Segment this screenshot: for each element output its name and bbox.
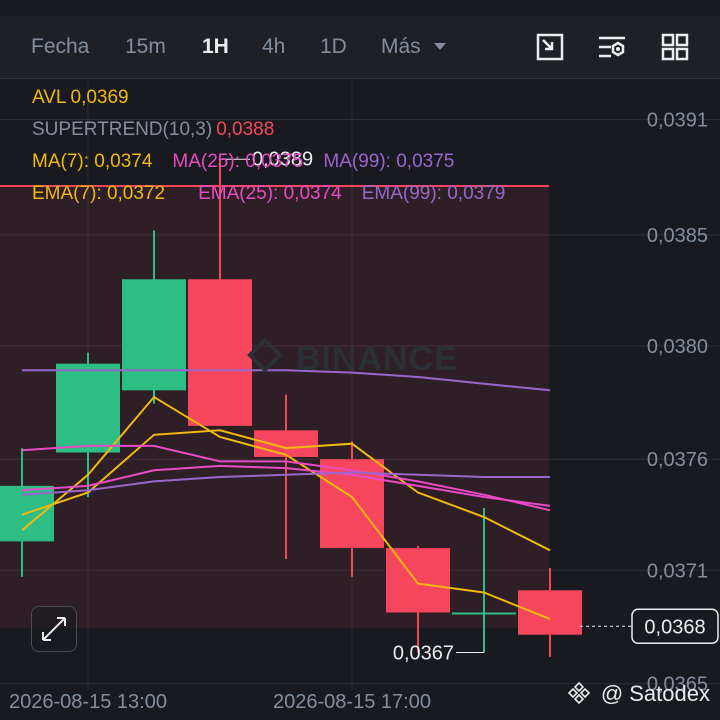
legend-avl-value: 0,0369	[70, 87, 129, 108]
legend-ema: EMA(7): 0,0372 EMA(25): 0,0374 EMA(99): 0,…	[32, 183, 519, 205]
tab-1h[interactable]: 1H	[202, 16, 229, 78]
y-tick-label: 0,0380	[647, 336, 708, 358]
tab-15m[interactable]: 15m	[125, 16, 166, 78]
candle-body	[386, 548, 450, 613]
candle-body	[122, 279, 186, 391]
binance-logo-icon	[567, 681, 590, 705]
candle-body	[56, 363, 120, 453]
y-tick-label: 0,0371	[647, 560, 708, 582]
legend-supertrend-label: SUPERTREND(10,3)	[32, 119, 213, 140]
tab-fecha[interactable]: Fecha	[31, 16, 89, 78]
x-tick-label: 2026-08-15 13:00	[9, 691, 167, 713]
legend-ema25: EMA(25): 0,0374	[198, 183, 342, 204]
candle-body	[188, 279, 252, 426]
expand-icon	[42, 617, 66, 641]
legend-ma99: MA(99): 0,0375	[323, 151, 455, 172]
last-price-label: 0,0368	[644, 616, 705, 638]
candle-body	[518, 590, 582, 635]
legend-supertrend-value: 0,0388	[216, 119, 275, 140]
legend-avl-label: AVL	[32, 87, 67, 108]
caret-down-icon	[433, 43, 446, 51]
x-tick-label: 2026-08-15 17:00	[273, 691, 431, 713]
candlestick-chart[interactable]: 0,03910,03850,03800,03760,03710,03652026…	[0, 79, 720, 720]
layout-grid-icon[interactable]	[660, 32, 690, 62]
chart-toolbar: Fecha 15m 1H 4h 1D Más	[0, 16, 720, 79]
chart-area[interactable]: 0,0391 0,0385 0,0380 0,0376 0,0371 0,0365 2026…	[0, 79, 720, 720]
legend-avl: AVL 0,0369	[32, 87, 143, 109]
legend-ma: MA(7): 0,0374 MA(25): 0,0375 MA(99): 0,037…	[32, 151, 468, 173]
legend-supertrend: SUPERTREND(10,3) 0,0388	[32, 119, 288, 141]
low-label: 0,0367	[393, 642, 454, 664]
credit-text: @ Satodex	[600, 681, 710, 706]
tab-1d[interactable]: 1D	[320, 16, 347, 78]
tab-4h[interactable]: 4h	[262, 16, 285, 78]
legend-ema7: EMA(7): 0,0372	[32, 183, 166, 204]
tab-more-label: Más	[381, 35, 421, 58]
legend-ma25: MA(25): 0,0375	[172, 151, 304, 172]
y-tick-label: 0,0385	[647, 225, 708, 247]
credit: @ Satodex	[567, 681, 710, 707]
legend-ema99: EMA(99): 0,0379	[361, 183, 506, 204]
tab-more[interactable]: Más	[381, 16, 447, 78]
y-tick-label: 0,0376	[647, 449, 708, 471]
indicator-settings-icon[interactable]	[597, 32, 627, 62]
resize-icon[interactable]	[535, 32, 565, 62]
candle-body	[452, 612, 516, 615]
y-tick-label: 0,0391	[647, 109, 708, 131]
watermark: BINANCE	[296, 340, 458, 378]
legend-ma7: MA(7): 0,0374	[32, 151, 153, 172]
candle-body	[254, 430, 318, 457]
fullscreen-button[interactable]	[31, 606, 77, 652]
